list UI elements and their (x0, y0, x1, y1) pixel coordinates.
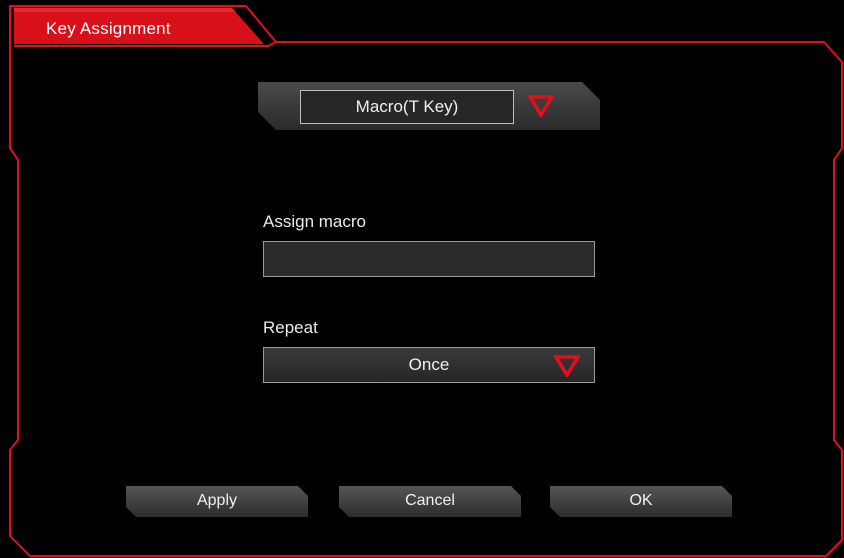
triangle-down-icon[interactable] (528, 95, 554, 117)
assignment-type-value: Macro(T Key) (355, 97, 459, 116)
apply-button[interactable]: Apply (126, 486, 308, 517)
assignment-type-dropdown[interactable]: Macro(T Key) (300, 90, 514, 124)
ok-label: OK (629, 492, 653, 509)
cancel-button[interactable]: Cancel (339, 486, 521, 517)
window-title: Key Assignment (46, 19, 171, 38)
repeat-value: Once (408, 355, 450, 374)
triangle-down-icon (554, 355, 580, 377)
assign-macro-label: Assign macro (263, 212, 366, 231)
assign-macro-input[interactable] (263, 241, 595, 277)
ok-button[interactable]: OK (550, 486, 732, 517)
apply-label: Apply (196, 492, 238, 509)
repeat-dropdown[interactable]: Once (263, 347, 595, 383)
cancel-label: Cancel (405, 492, 455, 509)
repeat-label: Repeat (263, 318, 318, 337)
